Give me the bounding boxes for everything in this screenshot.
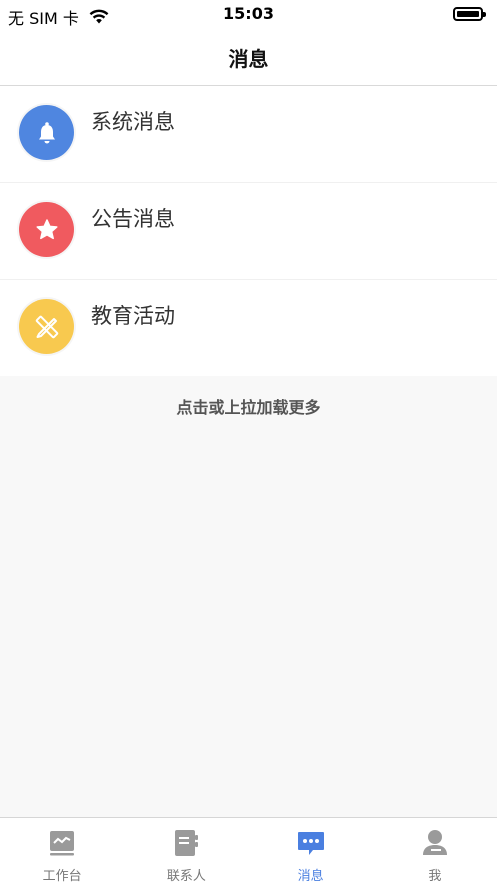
- messages-screen: 无 SIM 卡 15:03 消息 系统消息 公告消息 教育活动 点击或上拉加载更…: [0, 0, 497, 883]
- tab-label: 消息: [297, 869, 324, 883]
- tab-label: 联系人: [166, 869, 206, 883]
- load-more-button[interactable]: 点击或上拉加载更多: [0, 394, 497, 418]
- list-item-system-messages[interactable]: 系统消息: [0, 86, 497, 183]
- tab-label: 我: [428, 869, 442, 883]
- list-item-label: 系统消息: [91, 110, 175, 134]
- message-category-list: 系统消息 公告消息 教育活动: [0, 86, 497, 376]
- battery-icon: [453, 7, 486, 21]
- message-icon: [297, 832, 324, 855]
- page-title: 消息: [228, 47, 269, 71]
- list-item-announcements[interactable]: 公告消息: [0, 183, 497, 280]
- tab-messages[interactable]: 消息: [249, 818, 373, 883]
- tab-bar: 工作台 联系人 消息 我: [0, 817, 497, 883]
- bell-icon: [19, 105, 74, 160]
- star-icon: [19, 202, 74, 257]
- list-item-education-activities[interactable]: 教育活动: [0, 280, 497, 376]
- pencil-ruler-icon: [19, 299, 74, 354]
- list-item-label: 教育活动: [91, 304, 175, 328]
- tab-label: 工作台: [42, 869, 82, 883]
- tab-workbench[interactable]: 工作台: [0, 818, 124, 883]
- status-time: 15:03: [223, 4, 274, 23]
- status-bar: 无 SIM 卡 15:03: [0, 0, 497, 28]
- workbench-icon: [50, 831, 75, 856]
- list-item-label: 公告消息: [91, 207, 175, 231]
- tab-profile[interactable]: 我: [373, 818, 497, 883]
- profile-icon: [422, 830, 447, 855]
- contacts-icon: [175, 830, 199, 856]
- tab-contacts[interactable]: 联系人: [124, 818, 248, 883]
- nav-bar: 消息: [0, 28, 497, 86]
